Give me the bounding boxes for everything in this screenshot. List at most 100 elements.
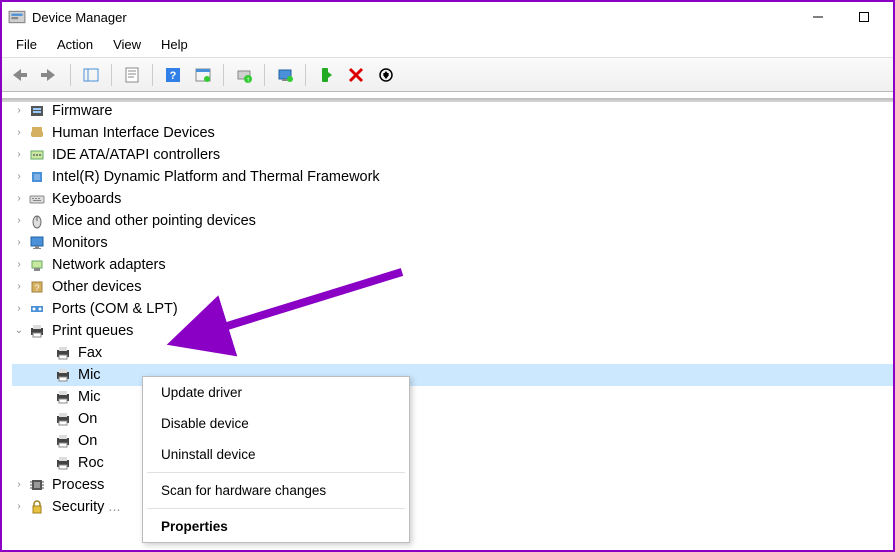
- tree-node[interactable]: ›Ports (COM & LPT): [12, 298, 893, 320]
- context-menu-item[interactable]: Update driver: [143, 377, 409, 408]
- svg-text:?: ?: [170, 70, 177, 82]
- tree-node-label: Network adapters: [52, 254, 166, 276]
- chevron-down-icon[interactable]: ⌄: [12, 320, 26, 342]
- security-icon: [28, 498, 46, 516]
- context-menu-separator: [147, 472, 405, 473]
- tree-node[interactable]: › Intel(R) Dynamic Platform and Thermal F…: [12, 166, 893, 188]
- tree-node[interactable]: ›? Other devices: [12, 276, 893, 298]
- context-menu-item[interactable]: Properties: [143, 511, 409, 542]
- chevron-right-icon[interactable]: ›: [12, 298, 26, 320]
- toolbar-separator: [111, 64, 112, 86]
- firmware-icon: [28, 102, 46, 120]
- menu-view[interactable]: View: [103, 34, 151, 55]
- tree-node-label: On: [78, 430, 97, 452]
- chevron-right-icon[interactable]: ›: [12, 474, 26, 496]
- tree-node-label: Roc: [78, 452, 104, 474]
- action-bar-button[interactable]: [189, 61, 217, 89]
- titlebar: Device Manager: [2, 2, 893, 32]
- ports-icon: [28, 300, 46, 318]
- printer-icon: [28, 322, 46, 340]
- chevron-right-icon[interactable]: ›: [12, 188, 26, 210]
- cpu-icon: [28, 476, 46, 494]
- tree-child-node[interactable]: Fax: [12, 342, 893, 364]
- tree-node-label: Other devices: [52, 276, 141, 298]
- toolbar-separator: [305, 64, 306, 86]
- help-button[interactable]: ?: [159, 61, 187, 89]
- tree-node[interactable]: › Mice and other pointing devices: [12, 210, 893, 232]
- update-driver-button[interactable]: ↑: [230, 61, 258, 89]
- menu-file[interactable]: File: [6, 34, 47, 55]
- tree-node[interactable]: › Network adapters: [12, 254, 893, 276]
- printer-icon: [54, 344, 72, 362]
- tree-node[interactable]: › Monitors: [12, 232, 893, 254]
- tree-node[interactable]: › Human Interface Devices: [12, 122, 893, 144]
- context-menu: Update driverDisable deviceUninstall dev…: [142, 376, 410, 543]
- tree-node-label: Keyboards: [52, 188, 121, 210]
- toolbar-separator: [70, 64, 71, 86]
- toolbar: ? ↑: [2, 58, 893, 92]
- tree-node-label: Process: [52, 474, 104, 496]
- chevron-right-icon[interactable]: ›: [12, 496, 26, 518]
- window-title: Device Manager: [32, 10, 127, 25]
- network-icon: [28, 256, 46, 274]
- app-icon: [8, 8, 26, 26]
- tree-node-label: Monitors: [52, 232, 108, 254]
- mouse-icon: [28, 212, 46, 230]
- tree-node-print-queues[interactable]: ⌄ Print queues: [12, 320, 893, 342]
- enable-device-button[interactable]: [312, 61, 340, 89]
- tree-node-label: Fax: [78, 342, 102, 364]
- toolbar-separator: [152, 64, 153, 86]
- tree-node-label: Mic: [78, 364, 101, 386]
- tree-node-label: Print queues: [52, 320, 133, 342]
- intel-icon: [28, 168, 46, 186]
- properties-button[interactable]: [118, 61, 146, 89]
- other-icon: ?: [28, 278, 46, 296]
- tree-node-label: Mic: [78, 386, 101, 408]
- context-menu-item[interactable]: Uninstall device: [143, 439, 409, 470]
- chevron-right-icon[interactable]: ›: [12, 254, 26, 276]
- forward-button[interactable]: [36, 61, 64, 89]
- maximize-button[interactable]: [841, 2, 887, 32]
- menu-action[interactable]: Action: [47, 34, 103, 55]
- back-button[interactable]: [6, 61, 34, 89]
- uninstall-device-button[interactable]: [342, 61, 370, 89]
- disable-device-button[interactable]: [372, 61, 400, 89]
- minimize-button[interactable]: [795, 2, 841, 32]
- tree-node[interactable]: › IDE ATA/ATAPI controllers: [12, 144, 893, 166]
- svg-text:↑: ↑: [246, 75, 250, 83]
- tree-node-label: On: [78, 408, 97, 430]
- tree-node-label: Mice and other pointing devices: [52, 210, 256, 232]
- printer-icon: [54, 454, 72, 472]
- chevron-right-icon[interactable]: ›: [12, 122, 26, 144]
- context-menu-item[interactable]: Scan for hardware changes: [143, 475, 409, 506]
- show-hide-console-button[interactable]: [77, 61, 105, 89]
- chevron-right-icon[interactable]: ›: [12, 210, 26, 232]
- menubar: File Action View Help: [2, 32, 893, 58]
- chevron-right-icon[interactable]: ›: [12, 144, 26, 166]
- printer-icon: [54, 432, 72, 450]
- tree-node-label: Security ...: [52, 496, 121, 518]
- device-tree[interactable]: ›Firmware›Human Interface Devices›IDE AT…: [2, 92, 893, 518]
- monitor-icon: [28, 234, 46, 252]
- chevron-right-icon[interactable]: ›: [12, 166, 26, 188]
- chevron-right-icon[interactable]: ›: [12, 276, 26, 298]
- context-menu-item[interactable]: Disable device: [143, 408, 409, 439]
- ide-icon: [28, 146, 46, 164]
- chevron-right-icon[interactable]: ›: [12, 100, 26, 122]
- menu-help[interactable]: Help: [151, 34, 198, 55]
- svg-text:?: ?: [34, 283, 39, 293]
- toolbar-separator: [264, 64, 265, 86]
- toolbar-separator: [223, 64, 224, 86]
- scan-hardware-button[interactable]: [271, 61, 299, 89]
- chevron-right-icon[interactable]: ›: [12, 232, 26, 254]
- tree-node[interactable]: › Keyboards: [12, 188, 893, 210]
- keyboard-icon: [28, 190, 46, 208]
- tree-node-label: Intel(R) Dynamic Platform and Thermal Fr…: [52, 166, 380, 188]
- tree-node-label: IDE ATA/ATAPI controllers: [52, 144, 220, 166]
- toolbar-border: [2, 98, 893, 102]
- hid-icon: [28, 124, 46, 142]
- tree-node[interactable]: ›Firmware: [12, 100, 893, 122]
- printer-icon: [54, 410, 72, 428]
- tree-node-label: Human Interface Devices: [52, 122, 215, 144]
- context-menu-separator: [147, 508, 405, 509]
